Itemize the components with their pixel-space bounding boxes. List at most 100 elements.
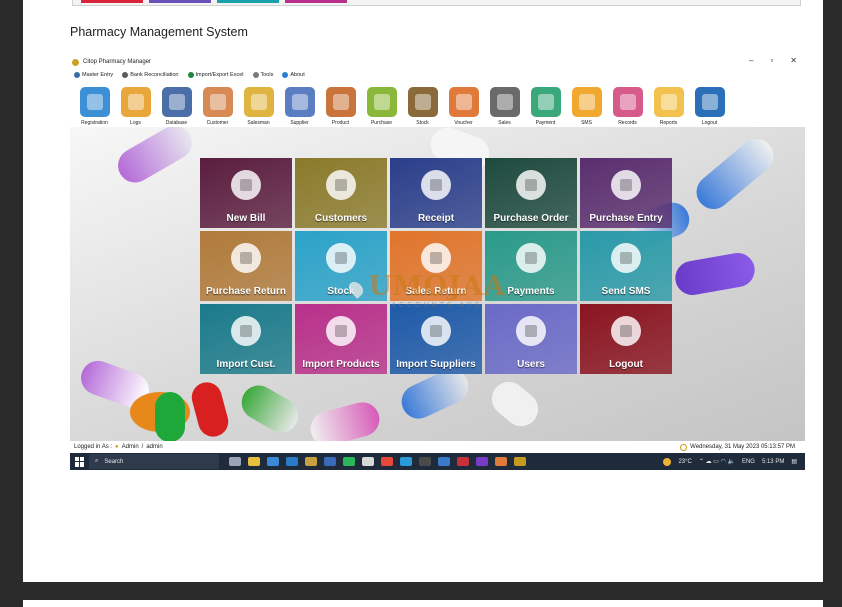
menu-item-import-export-excel[interactable]: Import/Export Excel bbox=[187, 71, 244, 78]
tile-purchase-entry[interactable]: Purchase Entry bbox=[580, 158, 672, 228]
notification-icon[interactable]: ▤ bbox=[791, 458, 797, 465]
app-icon[interactable] bbox=[495, 457, 507, 466]
menu-item-tools[interactable]: Tools bbox=[252, 71, 273, 78]
toolbar-stock-button[interactable]: Stock bbox=[402, 80, 443, 127]
tile-customers[interactable]: Customers bbox=[295, 158, 387, 228]
toolbar-registration-button[interactable]: Registration bbox=[74, 80, 115, 127]
dashboard-area: New Bill Customers Receipt Purchase Order Pu… bbox=[70, 127, 805, 441]
quick-access-tiles: New Bill Customers Receipt Purchase Order Pu… bbox=[200, 158, 675, 376]
import-suppliers-icon bbox=[421, 316, 451, 346]
customer-icon bbox=[202, 87, 233, 117]
title-bar: Citop Pharmacy Manager – ▫ ✕ bbox=[70, 55, 805, 69]
visual-studio-icon[interactable] bbox=[476, 457, 488, 466]
system-tray: 23°C ⌃ ☁ ▭ ◠ 🔈 ENG 5:13 PM ▤ bbox=[663, 457, 797, 466]
app-icon[interactable] bbox=[438, 457, 450, 466]
tile-import-products[interactable]: Import Products bbox=[295, 304, 387, 374]
tile-stock[interactable]: Stock bbox=[295, 231, 387, 301]
tile-label: Payments bbox=[507, 286, 555, 297]
pharmacy-app-icon[interactable] bbox=[514, 457, 526, 466]
windows-taskbar: ⌕ Search 23°C ⌃ ☁ ▭ ◠ 🔈 ENG 5:13 PM ▤ bbox=[70, 453, 805, 470]
app-icon[interactable] bbox=[305, 457, 317, 466]
calendar-app-icon[interactable] bbox=[267, 457, 279, 466]
voucher-icon bbox=[448, 87, 479, 117]
store-app-icon[interactable] bbox=[286, 457, 298, 466]
toolbar-purchase-button[interactable]: Purchase bbox=[361, 80, 402, 127]
toolbar-records-button[interactable]: Records bbox=[607, 80, 648, 127]
tile-logout[interactable]: Logout bbox=[580, 304, 672, 374]
tile-sales-return[interactable]: Sales Return bbox=[390, 231, 482, 301]
toolbar-reports-button[interactable]: Reports bbox=[648, 80, 689, 127]
reports-icon bbox=[653, 87, 684, 117]
tray-icons[interactable]: ⌃ ☁ ▭ ◠ 🔈 bbox=[699, 458, 735, 465]
stock-icon bbox=[326, 243, 356, 273]
windows-start-icon[interactable] bbox=[75, 456, 85, 467]
payment-icon bbox=[530, 87, 561, 117]
menu-bar: Master Entry Bank Reconciliation Import/Ex… bbox=[70, 69, 805, 80]
taskbar-apps bbox=[229, 457, 526, 466]
datetime-text: Wednesday, 31 May 2023 05:13:57 PM bbox=[690, 444, 795, 450]
toolbar-logs-button[interactable]: Logs bbox=[115, 80, 156, 127]
tile-import-suppliers[interactable]: Import Suppliers bbox=[390, 304, 482, 374]
toolbar-database-button[interactable]: Database bbox=[156, 80, 197, 127]
toolbar-label: Registration bbox=[81, 120, 108, 126]
toolbar-label: Sales bbox=[498, 120, 511, 126]
taskbar-clock[interactable]: 5:13 PM bbox=[762, 459, 784, 465]
toolbar-payment-button[interactable]: Payment bbox=[525, 80, 566, 127]
toolbar-label: Database bbox=[165, 120, 188, 126]
receipt-icon bbox=[421, 170, 451, 200]
language-indicator[interactable]: ENG bbox=[742, 459, 755, 465]
mail-app-icon[interactable] bbox=[324, 457, 336, 466]
toolbar-customer-button[interactable]: Customer bbox=[197, 80, 238, 127]
toolbar-label: Stock bbox=[416, 120, 429, 126]
capsule-decoration bbox=[306, 398, 384, 441]
logged-in-user: Logged in As : ● Admin / admin bbox=[74, 444, 163, 450]
tile-import-cust[interactable]: Import Cust. bbox=[200, 304, 292, 374]
toolbar-salesman-button[interactable]: Salesman bbox=[238, 80, 279, 127]
purchase-entry-icon bbox=[611, 170, 641, 200]
menu-item-about[interactable]: About bbox=[282, 71, 305, 78]
import-customers-icon bbox=[231, 316, 261, 346]
app-icon[interactable] bbox=[457, 457, 469, 466]
tile-users[interactable]: Users bbox=[485, 304, 577, 374]
search-placeholder: Search bbox=[104, 458, 124, 465]
bill-icon bbox=[231, 170, 261, 200]
window-title: Citop Pharmacy Manager bbox=[83, 59, 152, 65]
logout-icon bbox=[694, 87, 725, 117]
window-controls: – ▫ ✕ bbox=[749, 56, 797, 65]
tile-label: Send SMS bbox=[601, 286, 651, 297]
menu-item-bank-reconciliation[interactable]: Bank Reconciliation bbox=[122, 71, 179, 78]
tile-purchase-return[interactable]: Purchase Return bbox=[200, 231, 292, 301]
tile-receipt[interactable]: Receipt bbox=[390, 158, 482, 228]
toolbar-label: Product bbox=[331, 120, 350, 126]
whatsapp-icon[interactable] bbox=[343, 457, 355, 466]
tile-purchase-order[interactable]: Purchase Order bbox=[485, 158, 577, 228]
chrome-icon[interactable] bbox=[381, 457, 393, 466]
terminal-icon[interactable] bbox=[419, 457, 431, 466]
app-icon[interactable] bbox=[362, 457, 374, 466]
maximize-button[interactable]: ▫ bbox=[770, 56, 773, 65]
toolbar-sales-button[interactable]: Sales bbox=[484, 80, 525, 127]
taskbar-search[interactable]: ⌕ Search bbox=[89, 454, 219, 469]
tile-label: Import Cust. bbox=[216, 359, 276, 370]
tile-label: Import Suppliers bbox=[396, 359, 476, 370]
toolbar-product-button[interactable]: Product bbox=[320, 80, 361, 127]
temperature[interactable]: 23°C bbox=[678, 459, 691, 465]
tile-payments[interactable]: Payments bbox=[485, 231, 577, 301]
toolbar-supplier-button[interactable]: Supplier bbox=[279, 80, 320, 127]
toolbar-sms-button[interactable]: SMS bbox=[566, 80, 607, 127]
toolbar-label: Customer bbox=[206, 120, 229, 126]
edge-icon[interactable] bbox=[400, 457, 412, 466]
task-view-icon[interactable] bbox=[229, 457, 241, 466]
minimize-button[interactable]: – bbox=[749, 56, 753, 65]
menu-item-master-entry[interactable]: Master Entry bbox=[74, 71, 113, 78]
tile-send-sms[interactable]: Send SMS bbox=[580, 231, 672, 301]
file-explorer-icon[interactable] bbox=[248, 457, 260, 466]
tile-label: Customers bbox=[314, 213, 368, 224]
capsule-decoration bbox=[484, 374, 546, 434]
excel-icon bbox=[187, 71, 194, 78]
toolbar-logout-button[interactable]: Logout bbox=[689, 80, 730, 127]
close-button[interactable]: ✕ bbox=[790, 56, 797, 65]
stock-icon bbox=[407, 87, 438, 117]
tile-new-bill[interactable]: New Bill bbox=[200, 158, 292, 228]
toolbar-voucher-button[interactable]: Voucher bbox=[443, 80, 484, 127]
